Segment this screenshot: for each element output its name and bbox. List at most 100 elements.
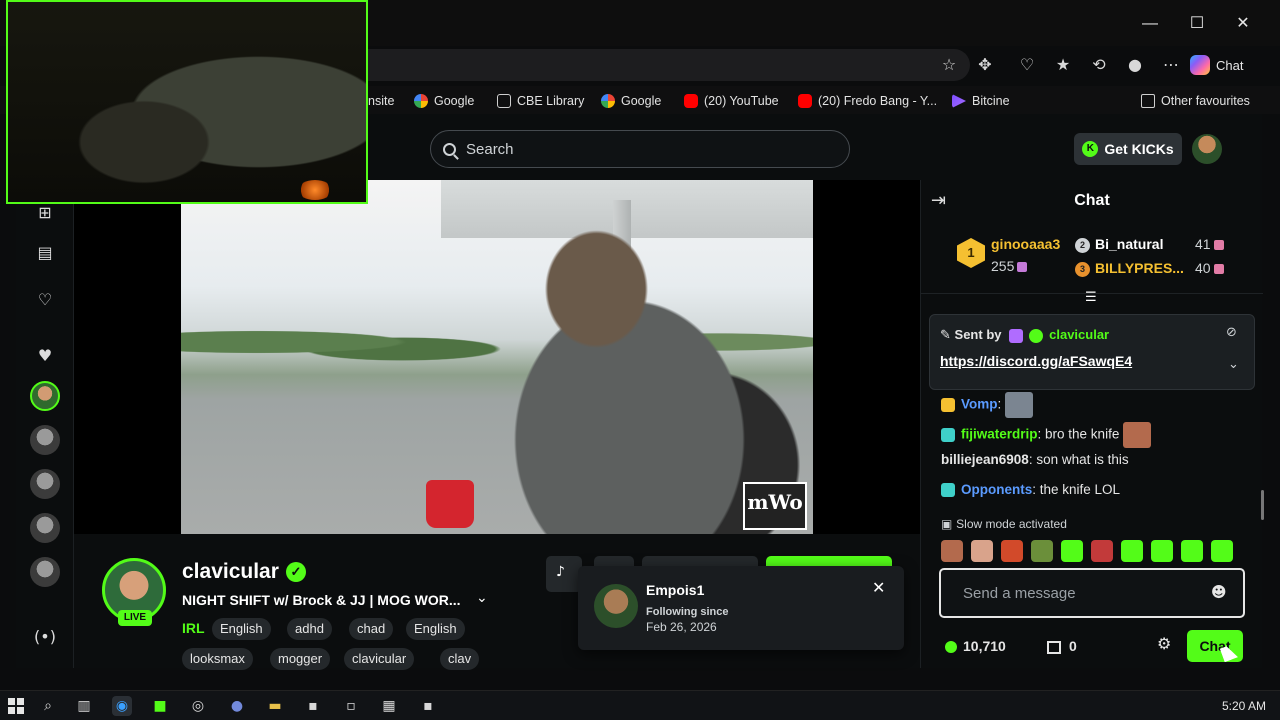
tag[interactable]: chad — [349, 618, 394, 640]
sidebar-channel-avatar[interactable] — [30, 381, 60, 411]
heart-outline-icon[interactable]: ♡ — [32, 287, 58, 313]
emote-icon[interactable] — [1061, 540, 1083, 562]
tag[interactable]: mogger — [270, 648, 331, 670]
emote-icon[interactable] — [1001, 540, 1023, 562]
pinned-sender-name[interactable]: clavicular — [1049, 327, 1109, 342]
bookmark-label: (20) YouTube — [704, 94, 779, 108]
bookmark-item[interactable]: CBE Library — [497, 92, 584, 110]
leaderboard-user[interactable]: 3 BILLYPRES... — [1075, 260, 1184, 277]
emoji-icon[interactable]: ☻ — [1211, 583, 1227, 601]
tag[interactable]: clav — [440, 648, 480, 670]
close-window-button[interactable]: ✕ — [1231, 12, 1255, 36]
youtube-icon — [798, 94, 812, 108]
file-explorer-icon[interactable]: ▬ — [265, 696, 285, 716]
emote-icon[interactable] — [1031, 540, 1053, 562]
sidebar-channel-avatar[interactable] — [30, 513, 60, 543]
search-input[interactable]: Search — [430, 130, 850, 168]
broadcast-icon[interactable]: (•) — [32, 624, 58, 650]
address-bar[interactable] — [300, 49, 970, 81]
follower-name[interactable]: Empois1 — [646, 582, 704, 598]
browse-icon[interactable]: ▤ — [32, 240, 58, 266]
close-icon[interactable]: ✕ — [872, 580, 888, 596]
history-icon[interactable]: ⟲ — [1086, 52, 1112, 78]
emote-icon — [1123, 422, 1152, 448]
gear-icon[interactable]: ⚙ — [1157, 634, 1171, 653]
tag[interactable]: English — [212, 618, 271, 640]
chat-username[interactable]: Opponents — [961, 482, 1032, 497]
search-icon[interactable]: ⌕ — [38, 696, 58, 716]
other-favourites[interactable]: Other favourites — [1141, 92, 1250, 110]
stream-title: NIGHT SHIFT w/ Brock & JJ | MOG WOR... — [182, 592, 461, 608]
tag[interactable]: clavicular — [344, 648, 415, 670]
message-input[interactable]: Send a message ☻ — [939, 568, 1245, 618]
bookmark-item[interactable]: nsite — [368, 92, 394, 110]
emote-icon[interactable] — [1121, 540, 1143, 562]
notification-bell-button[interactable]: ♪ — [546, 556, 582, 592]
emote-icon[interactable] — [1211, 540, 1233, 562]
hide-pin-icon[interactable]: ⊘ — [1226, 325, 1237, 340]
extensions-icon[interactable]: ✥ — [972, 52, 998, 78]
steam-icon[interactable]: ◎ — [188, 696, 208, 716]
maximize-button[interactable]: ☐ — [1185, 12, 1209, 36]
sidebar-channel-avatar[interactable] — [30, 425, 60, 455]
favorites-icon[interactable]: ★ — [1050, 52, 1076, 78]
emote-icon[interactable] — [1151, 540, 1173, 562]
discord-icon[interactable]: ● — [227, 696, 247, 716]
bookmark-item[interactable]: Google — [414, 92, 474, 110]
sidebar-channel-avatar[interactable] — [30, 557, 60, 587]
user-avatar[interactable] — [1192, 134, 1222, 164]
bookmark-item[interactable]: Bitcine — [952, 92, 1010, 110]
tag[interactable]: English — [406, 618, 465, 640]
channel-points[interactable]: 10,710 — [945, 638, 1006, 654]
leaderboard-user[interactable]: ginooaaa3 — [991, 236, 1060, 252]
store-button[interactable]: 0 — [1047, 638, 1077, 654]
kick-app-icon[interactable]: ■ — [150, 696, 170, 716]
emote-icon[interactable] — [1091, 540, 1113, 562]
follower-avatar — [594, 584, 638, 628]
bookmark-item[interactable]: (20) YouTube — [684, 92, 779, 110]
rank-three-icon: 3 — [1075, 261, 1090, 277]
chat-text: the knife LOL — [1039, 482, 1121, 497]
bookmark-item[interactable]: Google — [601, 92, 661, 110]
bell-icon: ♪ — [556, 564, 565, 580]
video-player[interactable]: mWo — [74, 180, 920, 534]
performance-icon[interactable]: ♡ — [1014, 52, 1040, 78]
epic-games-icon[interactable]: ▪ — [303, 696, 323, 716]
profile-icon[interactable]: ● — [1122, 52, 1148, 78]
tag[interactable]: looksmax — [182, 648, 253, 670]
emote-icon[interactable] — [941, 540, 963, 562]
app-icon[interactable]: ▪ — [418, 696, 438, 716]
category-link[interactable]: IRL — [182, 620, 205, 636]
windows-start-icon[interactable] — [8, 698, 24, 714]
more-menu-icon[interactable]: ⋯ — [1158, 52, 1184, 78]
pinned-sender: ✎ Sent by clavicular — [940, 327, 1109, 343]
filter-icon[interactable]: ☰ — [1085, 290, 1097, 305]
chevron-down-icon[interactable]: ⌄ — [476, 590, 488, 606]
chat-username[interactable]: billiejean6908 — [941, 452, 1029, 467]
chat-scrollbar[interactable] — [1261, 490, 1264, 520]
taskbar-clock[interactable]: 5:20 AM — [1222, 699, 1266, 713]
chat-username[interactable]: Vomp — [961, 397, 998, 412]
leaderboard-user[interactable]: 2 Bi_natural — [1075, 236, 1163, 253]
rank-two-icon: 2 — [1075, 237, 1090, 253]
bookmark-item[interactable]: (20) Fredo Bang - Y... — [798, 92, 937, 110]
tag[interactable]: adhd — [287, 618, 332, 640]
emote-icon[interactable] — [1181, 540, 1203, 562]
chat-username[interactable]: fijiwaterdrip — [961, 427, 1038, 442]
points-icon — [945, 641, 957, 654]
favorite-star-icon[interactable]: ☆ — [936, 52, 962, 78]
app-icon[interactable]: ▫ — [341, 696, 361, 716]
pin-icon: ✎ — [940, 328, 951, 343]
minimize-button[interactable]: — — [1138, 12, 1162, 36]
sidebar-channel-avatar[interactable] — [30, 469, 60, 499]
pinned-link[interactable]: https://discord.gg/aFSawqE4 — [940, 353, 1132, 369]
heart-icon[interactable]: ♥ — [32, 343, 58, 369]
streamer-name[interactable]: clavicular — [182, 560, 279, 584]
copilot-button[interactable]: Chat — [1190, 52, 1270, 78]
edge-icon[interactable]: ◉ — [112, 696, 132, 716]
store-app-icon[interactable]: ▦ — [379, 696, 399, 716]
task-view-icon[interactable]: ▥ — [74, 696, 94, 716]
emote-icon[interactable] — [971, 540, 993, 562]
chevron-down-icon[interactable]: ⌄ — [1228, 357, 1239, 372]
get-kicks-button[interactable]: K Get KICKs — [1074, 133, 1182, 165]
